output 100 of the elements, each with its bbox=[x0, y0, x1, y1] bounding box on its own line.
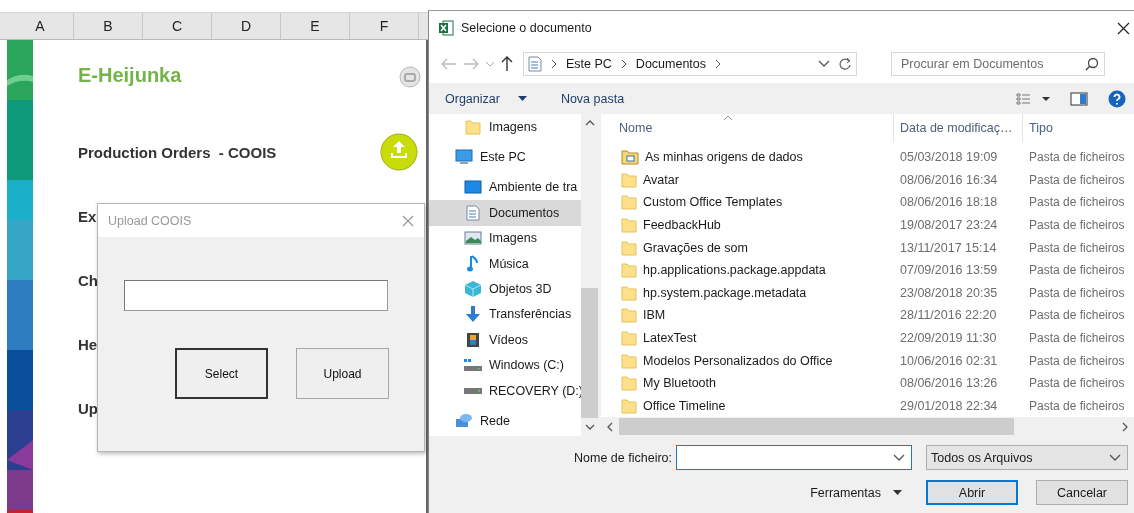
folder-icon bbox=[621, 352, 637, 369]
type-cell-text: Pasta de ficheiros bbox=[1028, 172, 1126, 187]
nav-item[interactable]: Ambiente de tra bbox=[429, 174, 581, 201]
type-cell-text: Pasta de ficheiros bbox=[1028, 195, 1126, 210]
file-type-dropdown[interactable]: Todos os Arquivos bbox=[926, 445, 1128, 470]
dialog-title: Upload COOIS bbox=[108, 213, 192, 228]
drive-icon bbox=[463, 386, 483, 395]
file-path-field[interactable] bbox=[124, 280, 388, 311]
monitor-icon bbox=[464, 180, 482, 195]
file-name[interactable]: Custom Office Templates bbox=[643, 195, 783, 210]
film-icon bbox=[466, 331, 480, 348]
select-button[interactable]: Select bbox=[175, 348, 268, 399]
tools-menu-button[interactable]: Ferramentas bbox=[804, 484, 908, 501]
column-header[interactable]: E bbox=[281, 13, 350, 39]
date-cell-text: 08/06/2016 18:18 bbox=[899, 195, 999, 210]
cube-icon bbox=[464, 280, 482, 299]
nav-item[interactable]: Rede bbox=[429, 408, 581, 434]
date-cell-text: 22/09/2019 11:30 bbox=[899, 331, 998, 346]
nav-item[interactable]: Transferências bbox=[429, 301, 581, 328]
type-cell-text: Pasta de ficheiros bbox=[1028, 308, 1126, 323]
refresh-icon[interactable] bbox=[838, 57, 852, 71]
column-header[interactable]: A bbox=[7, 13, 74, 39]
breadcrumb-item[interactable]: Documentos bbox=[635, 57, 707, 71]
file-name-field[interactable] bbox=[676, 445, 912, 470]
toolbar-button[interactable]: Nova pasta bbox=[556, 91, 629, 106]
date-cell-text: 13/11/2017 15:14 bbox=[899, 240, 998, 255]
nav-item[interactable]: Vídeos bbox=[429, 327, 581, 353]
chevron-down-icon[interactable] bbox=[818, 60, 830, 68]
file-name[interactable]: hp.system.package.metadata bbox=[643, 285, 807, 300]
column-header[interactable]: B bbox=[74, 13, 143, 39]
folder-icon bbox=[621, 284, 637, 301]
file-name[interactable]: hp.applications.package.appdata bbox=[643, 263, 826, 278]
folder-icon bbox=[621, 262, 637, 279]
row-label: Production Orders - COOIS bbox=[78, 143, 277, 161]
column-header[interactable]: F bbox=[350, 13, 419, 39]
breadcrumb-item[interactable]: Este PC bbox=[566, 57, 612, 71]
folder-icon bbox=[621, 149, 639, 166]
type-cell-text: Pasta de ficheiros bbox=[1028, 263, 1126, 278]
file-name[interactable]: Gravações de som bbox=[643, 240, 748, 255]
column-header[interactable]: D bbox=[212, 13, 281, 39]
folder-icon bbox=[621, 194, 637, 211]
nav-item[interactable]: Windows (C:) bbox=[429, 352, 581, 378]
row-label: Up bbox=[78, 399, 98, 417]
document-icon bbox=[466, 204, 480, 221]
type-cell-text: Pasta de ficheiros bbox=[1028, 240, 1126, 255]
nav-item[interactable]: Este PC bbox=[429, 144, 581, 170]
column-header[interactable]: Data de modificaç… bbox=[894, 114, 1023, 142]
nav-item[interactable]: Imagens bbox=[429, 114, 581, 140]
date-cell-text: 08/06/2016 16:34 bbox=[899, 172, 999, 187]
toolbar-button[interactable]: Organizar bbox=[441, 91, 531, 106]
file-name[interactable]: Avatar bbox=[643, 172, 679, 187]
nav-item[interactable]: Objetos 3D bbox=[429, 276, 581, 302]
date-cell-text: 05/03/2018 19:09 bbox=[899, 150, 999, 165]
column-header[interactable]: Nome bbox=[601, 114, 894, 142]
search-icon bbox=[1085, 57, 1099, 71]
folder-icon bbox=[621, 239, 637, 256]
nav-item[interactable]: Imagens bbox=[429, 225, 581, 251]
folder-icon bbox=[621, 217, 637, 234]
file-name[interactable]: Modelos Personalizados do Office bbox=[643, 353, 833, 368]
caret-down-icon bbox=[893, 489, 902, 496]
close-icon[interactable] bbox=[1117, 21, 1130, 35]
upload-button[interactable]: Upload bbox=[296, 348, 389, 399]
spreadsheet-app-icon bbox=[438, 20, 454, 36]
row-label: Ch bbox=[78, 271, 98, 289]
view-options-icon[interactable] bbox=[1016, 92, 1050, 105]
chevron-down-icon bbox=[893, 453, 905, 462]
document-icon bbox=[528, 56, 542, 72]
caret-down-icon bbox=[517, 95, 527, 102]
file-name[interactable]: My Bluetooth bbox=[643, 376, 716, 391]
date-cell-text: 29/01/2018 22:34 bbox=[899, 398, 999, 413]
nav-item[interactable]: Documentos bbox=[429, 200, 581, 226]
date-cell-text: 19/08/2017 23:24 bbox=[899, 218, 999, 233]
nav-item[interactable]: Música bbox=[429, 250, 581, 277]
chevron-right-icon bbox=[550, 59, 558, 69]
file-name[interactable]: IBM bbox=[643, 308, 666, 323]
open-button[interactable]: Abrir bbox=[926, 480, 1018, 505]
type-cell-text: Pasta de ficheiros bbox=[1028, 398, 1126, 413]
file-name[interactable]: LatexTest bbox=[643, 331, 697, 346]
file-name[interactable]: FeedbackHub bbox=[643, 218, 721, 233]
scrollbar[interactable] bbox=[601, 417, 1134, 436]
type-cell-text: Pasta de ficheiros bbox=[1028, 285, 1126, 300]
down-arrow-icon bbox=[465, 305, 481, 324]
row-label: Ex bbox=[78, 207, 97, 225]
help-icon[interactable] bbox=[1108, 89, 1126, 108]
file-name[interactable]: Office Timeline bbox=[643, 398, 726, 413]
window-title: Selecione o documento bbox=[461, 21, 593, 35]
address-bar[interactable]: Este PC Documentos bbox=[523, 52, 857, 76]
up-arrow-icon[interactable] bbox=[501, 56, 513, 72]
type-cell-text: Pasta de ficheiros bbox=[1028, 331, 1126, 346]
cancel-button[interactable]: Cancelar bbox=[1036, 480, 1128, 505]
date-cell-text: 07/09/2016 13:59 bbox=[899, 263, 999, 278]
search-field[interactable]: Procurar em Documentos bbox=[891, 52, 1105, 76]
sheet-title: E-Heijunka bbox=[78, 63, 182, 87]
field-label: Nome de ficheiro: bbox=[574, 450, 672, 465]
column-header[interactable]: Tipo bbox=[1023, 114, 1128, 142]
file-name[interactable]: As minhas origens de dados bbox=[645, 150, 803, 165]
preview-pane-icon[interactable] bbox=[1070, 91, 1088, 106]
column-header[interactable]: C bbox=[143, 13, 212, 39]
folder-icon bbox=[621, 307, 637, 324]
sort-indicator-icon bbox=[723, 115, 733, 121]
